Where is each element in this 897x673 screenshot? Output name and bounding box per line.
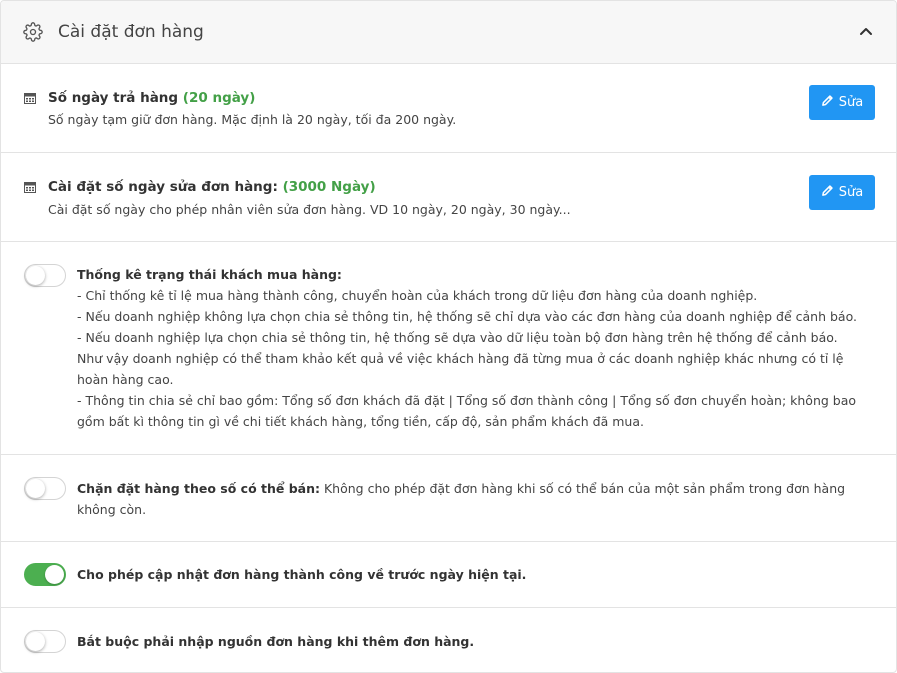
allow-update-row: Cho phép cập nhật đơn hàng thành công về… bbox=[1, 542, 896, 608]
toggle-knob bbox=[26, 479, 45, 498]
customer-stats-toggle[interactable] bbox=[24, 264, 66, 287]
customer-stats-line: - Nếu doanh nghiệp lựa chọn chia sẻ thôn… bbox=[77, 330, 838, 345]
customer-stats-row: Thống kê trạng thái khách mua hàng: - Ch… bbox=[1, 242, 896, 455]
order-settings-panel: Cài đặt đơn hàng Số ngày trả hàng (20 ng… bbox=[0, 0, 897, 673]
pencil-icon bbox=[821, 94, 834, 111]
customer-stats-line: hoàn hàng cao. bbox=[77, 372, 174, 387]
edit-button-label: Sửa bbox=[838, 185, 864, 200]
block-stock-title: Chặn đặt hàng theo số có thể bán: bbox=[77, 481, 321, 496]
block-stock-desc-cont: không còn. bbox=[77, 502, 147, 517]
edit-days-row: Cài đặt số ngày sửa đơn hàng: (3000 Ngày… bbox=[1, 153, 896, 242]
block-stock-text: Chặn đặt hàng theo số có thể bán: Không … bbox=[77, 478, 877, 520]
edit-days-description: Cài đặt số ngày cho phép nhân viên sửa đ… bbox=[48, 202, 571, 217]
allow-update-text: Cho phép cập nhật đơn hàng thành công về… bbox=[77, 564, 877, 585]
customer-stats-line: - Thông tin chia sẻ chỉ bao gồm: Tổng số… bbox=[77, 393, 857, 408]
edit-return-days-button[interactable]: Sửa bbox=[809, 85, 875, 120]
return-days-value: (20 ngày) bbox=[182, 90, 256, 106]
require-source-title: Bắt buộc phải nhập nguồn đơn hàng khi th… bbox=[77, 634, 475, 649]
customer-stats-line: - Nếu doanh nghiệp không lựa chọn chia s… bbox=[77, 309, 857, 324]
panel-header[interactable]: Cài đặt đơn hàng bbox=[1, 1, 896, 64]
toggle-knob bbox=[26, 632, 45, 651]
customer-stats-line: Như vậy doanh nghiệp có thể tham khảo kế… bbox=[77, 351, 844, 366]
require-source-toggle[interactable] bbox=[24, 630, 66, 653]
edit-days-value: (3000 Ngày) bbox=[282, 179, 376, 195]
require-source-text: Bắt buộc phải nhập nguồn đơn hàng khi th… bbox=[77, 631, 877, 652]
require-source-row: Bắt buộc phải nhập nguồn đơn hàng khi th… bbox=[1, 608, 896, 672]
calendar-icon bbox=[24, 92, 36, 104]
customer-stats-line: gồm bất kì thông tin gì về chi tiết khác… bbox=[77, 414, 644, 429]
return-days-description: Số ngày tạm giữ đơn hàng. Mặc định là 20… bbox=[48, 112, 457, 127]
return-days-title: Số ngày trả hàng (20 ngày) bbox=[48, 90, 255, 106]
allow-update-title: Cho phép cập nhật đơn hàng thành công về… bbox=[77, 567, 527, 582]
edit-days-title: Cài đặt số ngày sửa đơn hàng: (3000 Ngày… bbox=[48, 179, 376, 195]
toggle-knob bbox=[45, 565, 64, 584]
return-days-row: Số ngày trả hàng (20 ngày) Số ngày tạm g… bbox=[1, 64, 896, 153]
customer-stats-text: Thống kê trạng thái khách mua hàng: - Ch… bbox=[77, 264, 877, 432]
toggle-knob bbox=[26, 266, 45, 285]
customer-stats-line: - Chỉ thống kê tỉ lệ mua hàng thành công… bbox=[77, 288, 758, 303]
return-days-label: Số ngày trả hàng bbox=[48, 90, 179, 106]
gear-icon bbox=[23, 22, 43, 42]
edit-days-label: Cài đặt số ngày sửa đơn hàng: bbox=[48, 179, 278, 195]
allow-update-toggle[interactable] bbox=[24, 563, 66, 586]
block-stock-toggle[interactable] bbox=[24, 477, 66, 500]
chevron-up-icon[interactable] bbox=[856, 21, 876, 41]
pencil-icon bbox=[821, 184, 834, 201]
customer-stats-title: Thống kê trạng thái khách mua hàng: bbox=[77, 267, 342, 282]
calendar-icon bbox=[24, 181, 36, 193]
block-stock-desc: Không cho phép đặt đơn hàng khi số có th… bbox=[320, 481, 846, 496]
block-stock-row: Chặn đặt hàng theo số có thể bán: Không … bbox=[1, 455, 896, 542]
edit-button-label: Sửa bbox=[838, 95, 864, 110]
edit-order-days-button[interactable]: Sửa bbox=[809, 175, 875, 210]
panel-title: Cài đặt đơn hàng bbox=[58, 22, 204, 42]
